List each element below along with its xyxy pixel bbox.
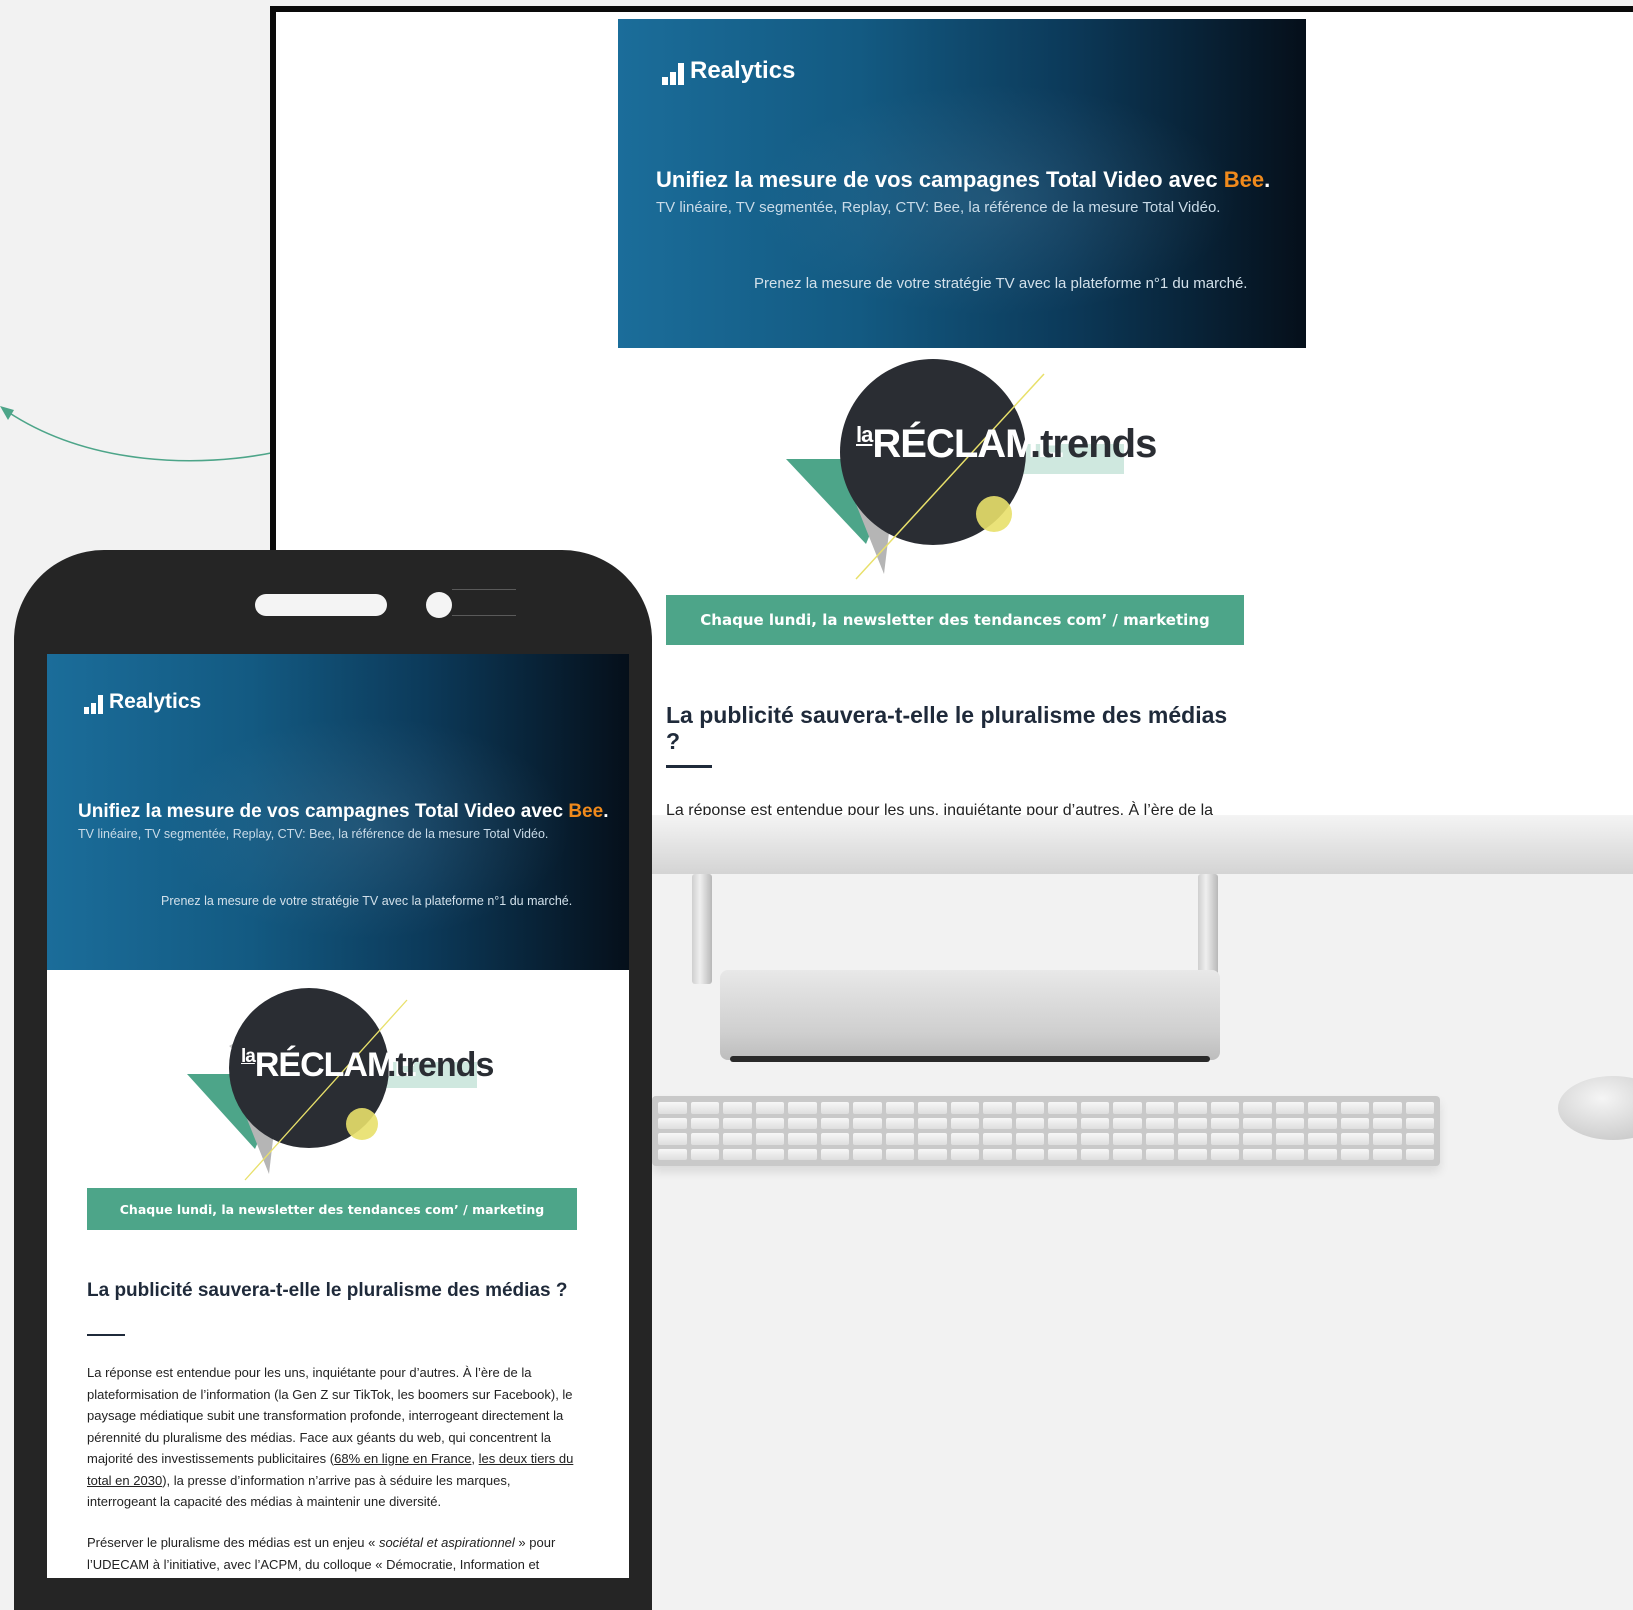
- title-underline-mobile: [87, 1334, 125, 1336]
- realytics-ad-banner[interactable]: Realytics Unifiez la mesure de vos campa…: [618, 19, 1306, 348]
- camera-line-top: [452, 589, 516, 590]
- camera-line-bottom: [452, 615, 516, 616]
- realytics-brand: Realytics: [662, 57, 795, 85]
- logo-trends: .trends: [1030, 422, 1157, 466]
- phone-screen: Realytics Unifiez la mesure de vos campa…: [47, 654, 629, 1578]
- realytics-ad-banner-mobile[interactable]: Realytics Unifiez la mesure de vos campa…: [47, 654, 629, 970]
- la-reclame-trends-logo: laRÉCLAME .trends: [786, 354, 1166, 584]
- link-68-percent[interactable]: 68% en ligne en France: [334, 1451, 471, 1466]
- banner-subline-mobile: TV linéaire, TV segmentée, Replay, CTV: …: [78, 827, 549, 841]
- article-title[interactable]: La publicité sauvera-t-elle le pluralism…: [666, 702, 1246, 754]
- monitor-stand-base: [720, 970, 1220, 1060]
- bar-chart-logo-icon-mobile: [84, 695, 103, 714]
- logo-trends-mobile: .trends: [387, 1046, 494, 1084]
- banner-headline-mobile: Unifiez la mesure de vos campagnes Total…: [78, 801, 609, 822]
- article-title-mobile[interactable]: La publicité sauvera-t-elle le pluralism…: [87, 1280, 577, 1302]
- logo-shapes: [786, 359, 1124, 580]
- article-paragraph-2-mobile: Préserver le pluralisme des médias est u…: [87, 1535, 556, 1572]
- realytics-brand-mobile: Realytics: [84, 690, 201, 714]
- newsletter-tagline-bar-mobile: Chaque lundi, la newsletter des tendance…: [87, 1188, 577, 1230]
- title-underline: [666, 765, 712, 768]
- stand-shadow: [730, 1056, 1210, 1062]
- connector-arrow: [0, 406, 277, 462]
- banner-cta: Prenez la mesure de votre stratégie TV a…: [754, 275, 1248, 292]
- speaker-grille: [255, 594, 387, 616]
- front-camera: [426, 592, 452, 618]
- article-paragraph-1-mobile: La réponse est entendue pour les uns, in…: [87, 1365, 574, 1509]
- monitor-stand-left: [692, 874, 712, 984]
- banner-subline: TV linéaire, TV segmentée, Replay, CTV: …: [656, 199, 1221, 216]
- banner-cta-mobile: Prenez la mesure de votre stratégie TV a…: [161, 894, 573, 908]
- la-reclame-trends-logo-mobile: laRÉCLAME .trends: [187, 984, 507, 1184]
- newsletter-tagline-bar: Chaque lundi, la newsletter des tendance…: [666, 595, 1244, 645]
- banner-headline: Unifiez la mesure de vos campagnes Total…: [656, 167, 1271, 192]
- monitor-stand-right: [1198, 874, 1218, 984]
- keyboard: [652, 1096, 1440, 1166]
- mouse: [1558, 1076, 1633, 1140]
- bar-chart-logo-icon: [662, 63, 684, 85]
